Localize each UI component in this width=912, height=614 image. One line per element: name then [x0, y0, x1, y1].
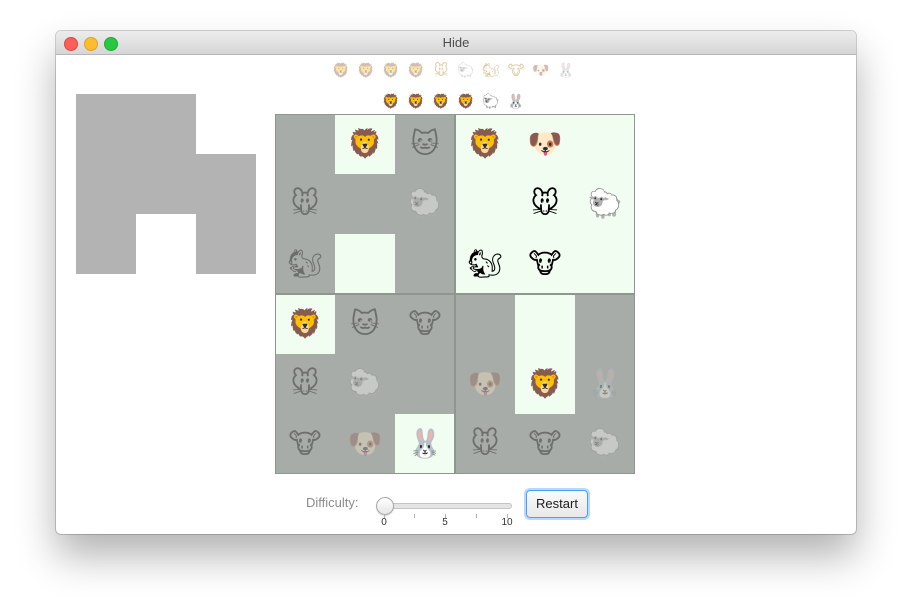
lion-icon: 🦁: [407, 94, 425, 110]
shape-block: [136, 94, 196, 154]
shape-block: [76, 94, 136, 154]
game-area: 🦁 🦁 🦁 🦁 🐭 🐑 🐿 🐮 🐶 🐰 🦁 🦁 🦁 🦁 🐑 🐰 🦁 🐱 🦁 🐶 🐭 🐑 🐭 🐑 🐿 🐿 🐮 🦁 🐱 🐮 🐭 🐑 🐶 🦁 🐰 🐮 🐶 🐰…: [56, 54, 856, 534]
lion-icon: 🦁: [407, 63, 425, 79]
window-title: Hide: [442, 35, 470, 50]
slider-tick-label-mid: 5: [442, 517, 448, 528]
lion-icon: 🦁: [382, 94, 400, 110]
remaining-animals-row: 🦁 🦁 🦁 🦁 🐭 🐑 🐿 🐮 🐶 🐰: [330, 60, 580, 82]
difficulty-slider-thumb[interactable]: [376, 497, 394, 515]
lion-icon: 🦁: [357, 63, 375, 79]
lion-icon: 🦁: [332, 63, 350, 79]
slider-tick: [476, 514, 477, 518]
rabbit-icon: 🐰: [507, 94, 525, 110]
title-bar: Hide: [56, 31, 856, 55]
sheep-icon: 🐑: [482, 94, 500, 110]
dog-icon: 🐶: [532, 63, 550, 79]
game-board: 🦁 🐱 🦁 🐶 🐭 🐑 🐭 🐑 🐿 🐿 🐮 🦁 🐱 🐮 🐭 🐑 🐶 🦁 🐰 🐮 🐶 🐰 🐭 🐮 🐑: [275, 114, 635, 474]
difficulty-label: Difficulty:: [306, 495, 359, 510]
mouse-icon: 🐭: [433, 63, 449, 79]
cow-icon: 🐮: [507, 63, 525, 79]
squirrel-icon: 🐿: [482, 63, 500, 79]
rabbit-icon: 🐰: [557, 63, 575, 79]
lion-icon: 🦁: [382, 63, 400, 79]
shape-block: [196, 154, 256, 214]
slider-tick: [414, 514, 415, 518]
difficulty-slider-track[interactable]: [380, 503, 512, 509]
quadrant-bottom-left: [275, 294, 455, 474]
shape-block: [136, 154, 196, 214]
active-animals-row: 🦁 🦁 🦁 🦁 🐑 🐰: [380, 91, 530, 113]
sheep-icon: 🐑: [457, 63, 475, 79]
shape-block: [196, 214, 256, 274]
app-window: Hide 🦁 🦁 🦁 🦁 🐭 🐑 🐿 🐮 🐶 🐰 🦁 🦁 🦁 🦁 🐑 🐰 🦁 🐱 🦁 🐶 🐭 🐑 🐭 🐑 🐿 🐿 🐮 🦁 🐱 🐮 🐭 🐑 🐶…: [56, 31, 856, 534]
shape-block: [76, 154, 136, 214]
restart-button[interactable]: Restart: [526, 490, 588, 518]
quadrant-bottom-right: [455, 294, 635, 474]
lion-icon: 🦁: [457, 94, 475, 110]
controls-bar: Difficulty: 0 5 10 Restart: [56, 490, 856, 530]
quadrant-top-right: [455, 114, 635, 294]
quadrant-top-left: [275, 114, 455, 294]
lion-icon: 🦁: [432, 94, 450, 110]
slider-tick-label-min: 0: [381, 517, 387, 528]
slider-tick-label-max: 10: [501, 517, 513, 528]
shape-block: [76, 214, 136, 274]
